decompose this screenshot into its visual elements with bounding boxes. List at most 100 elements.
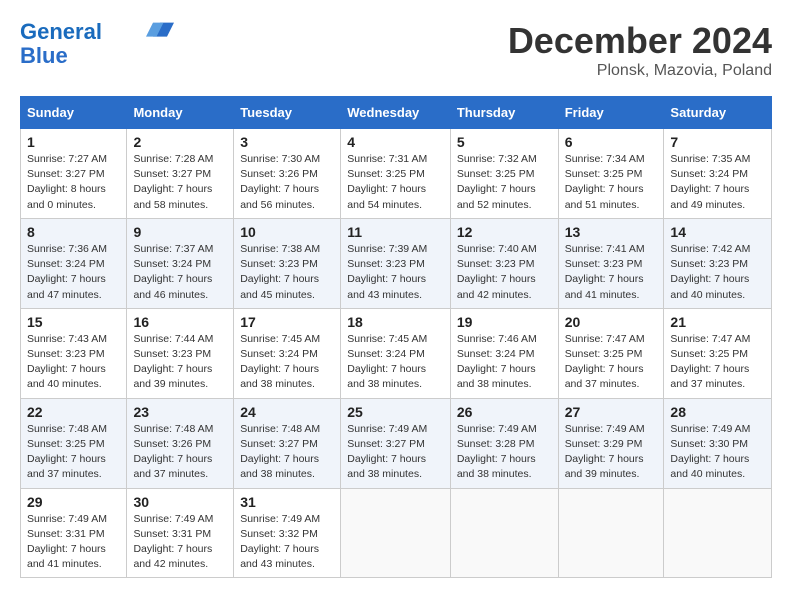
- day-number: 19: [457, 314, 552, 330]
- day-detail: Sunrise: 7:39 AMSunset: 3:23 PMDaylight:…: [347, 242, 444, 303]
- calendar-cell: 24 Sunrise: 7:48 AMSunset: 3:27 PMDayligh…: [234, 398, 341, 488]
- weekday-header: Thursday: [450, 97, 558, 129]
- day-detail: Sunrise: 7:49 AMSunset: 3:30 PMDaylight:…: [670, 422, 765, 483]
- calendar-cell: 11Sunrise: 7:39 AMSunset: 3:23 PMDayligh…: [341, 218, 451, 308]
- day-number: 17: [240, 314, 334, 330]
- day-detail: Sunrise: 7:45 AMSunset: 3:24 PMDaylight:…: [347, 332, 444, 393]
- day-detail: Sunrise: 7:36 AMSunset: 3:24 PMDaylight:…: [27, 242, 120, 303]
- day-detail: Sunrise: 7:31 AMSunset: 3:25 PMDaylight:…: [347, 152, 444, 213]
- day-number: 16: [133, 314, 227, 330]
- calendar-cell: 6Sunrise: 7:34 AMSunset: 3:25 PMDaylight…: [558, 129, 664, 219]
- day-detail: Sunrise: 7:47 AMSunset: 3:25 PMDaylight:…: [670, 332, 765, 393]
- logo-text: General: [20, 20, 102, 44]
- day-detail: Sunrise: 7:42 AMSunset: 3:23 PMDaylight:…: [670, 242, 765, 303]
- logo-text-blue: Blue: [20, 44, 68, 68]
- day-number: 29: [27, 494, 120, 510]
- day-number: 8: [27, 224, 120, 240]
- calendar-cell: 2Sunrise: 7:28 AMSunset: 3:27 PMDaylight…: [127, 129, 234, 219]
- day-detail: Sunrise: 7:38 AMSunset: 3:23 PMDaylight:…: [240, 242, 334, 303]
- calendar-cell: 3 Sunrise: 7:30 AMSunset: 3:26 PMDaylight…: [234, 129, 341, 219]
- calendar-cell: 17 Sunrise: 7:45 AMSunset: 3:24 PMDayligh…: [234, 308, 341, 398]
- calendar-cell: 7 Sunrise: 7:35 AMSunset: 3:24 PMDaylight…: [664, 129, 772, 219]
- day-detail: Sunrise: 7:27 AMSunset: 3:27 PMDaylight:…: [27, 152, 120, 213]
- day-number: 27: [565, 404, 658, 420]
- calendar-cell: 10Sunrise: 7:38 AMSunset: 3:23 PMDayligh…: [234, 218, 341, 308]
- day-detail: Sunrise: 7:49 AMSunset: 3:28 PMDaylight:…: [457, 422, 552, 483]
- calendar-week-row: 22 Sunrise: 7:48 AMSunset: 3:25 PMDayligh…: [21, 398, 772, 488]
- calendar-week-row: 29 Sunrise: 7:49 AMSunset: 3:31 PMDayligh…: [21, 488, 772, 578]
- calendar-cell: 5Sunrise: 7:32 AMSunset: 3:25 PMDaylight…: [450, 129, 558, 219]
- day-detail: Sunrise: 7:48 AMSunset: 3:26 PMDaylight:…: [133, 422, 227, 483]
- calendar-cell: 28 Sunrise: 7:49 AMSunset: 3:30 PMDayligh…: [664, 398, 772, 488]
- weekday-header: Tuesday: [234, 97, 341, 129]
- calendar-cell: 27 Sunrise: 7:49 AMSunset: 3:29 PMDayligh…: [558, 398, 664, 488]
- day-number: 4: [347, 134, 444, 150]
- day-detail: Sunrise: 7:30 AMSunset: 3:26 PMDaylight:…: [240, 152, 334, 213]
- day-number: 13: [565, 224, 658, 240]
- weekday-header-row: SundayMondayTuesdayWednesdayThursdayFrid…: [21, 97, 772, 129]
- calendar-cell: 31 Sunrise: 7:49 AMSunset: 3:32 PMDayligh…: [234, 488, 341, 578]
- day-detail: Sunrise: 7:43 AMSunset: 3:23 PMDaylight:…: [27, 332, 120, 393]
- calendar-cell: 22 Sunrise: 7:48 AMSunset: 3:25 PMDayligh…: [21, 398, 127, 488]
- calendar-cell: 4 Sunrise: 7:31 AMSunset: 3:25 PMDaylight…: [341, 129, 451, 219]
- day-detail: Sunrise: 7:40 AMSunset: 3:23 PMDaylight:…: [457, 242, 552, 303]
- day-number: 1: [27, 134, 120, 150]
- location: Plonsk, Mazovia, Poland: [508, 62, 772, 80]
- day-detail: Sunrise: 7:49 AMSunset: 3:31 PMDaylight:…: [133, 512, 227, 573]
- day-detail: Sunrise: 7:45 AMSunset: 3:24 PMDaylight:…: [240, 332, 334, 393]
- day-number: 12: [457, 224, 552, 240]
- day-number: 14: [670, 224, 765, 240]
- weekday-header: Wednesday: [341, 97, 451, 129]
- logo: General Blue: [20, 20, 174, 68]
- calendar-week-row: 8 Sunrise: 7:36 AMSunset: 3:24 PMDaylight…: [21, 218, 772, 308]
- day-detail: Sunrise: 7:37 AMSunset: 3:24 PMDaylight:…: [133, 242, 227, 303]
- calendar-cell: 19 Sunrise: 7:46 AMSunset: 3:24 PMDayligh…: [450, 308, 558, 398]
- calendar-cell: 12 Sunrise: 7:40 AMSunset: 3:23 PMDayligh…: [450, 218, 558, 308]
- day-number: 18: [347, 314, 444, 330]
- day-number: 15: [27, 314, 120, 330]
- calendar-cell: 21 Sunrise: 7:47 AMSunset: 3:25 PMDayligh…: [664, 308, 772, 398]
- logo-icon: [146, 21, 174, 39]
- calendar-cell: 29 Sunrise: 7:49 AMSunset: 3:31 PMDayligh…: [21, 488, 127, 578]
- calendar-cell: [341, 488, 451, 578]
- day-detail: Sunrise: 7:47 AMSunset: 3:25 PMDaylight:…: [565, 332, 658, 393]
- day-number: 20: [565, 314, 658, 330]
- calendar-cell: 9Sunrise: 7:37 AMSunset: 3:24 PMDaylight…: [127, 218, 234, 308]
- day-number: 7: [670, 134, 765, 150]
- day-detail: Sunrise: 7:46 AMSunset: 3:24 PMDaylight:…: [457, 332, 552, 393]
- calendar-cell: 26Sunrise: 7:49 AMSunset: 3:28 PMDayligh…: [450, 398, 558, 488]
- day-number: 28: [670, 404, 765, 420]
- calendar-week-row: 1 Sunrise: 7:27 AMSunset: 3:27 PMDaylight…: [21, 129, 772, 219]
- day-number: 21: [670, 314, 765, 330]
- day-detail: Sunrise: 7:41 AMSunset: 3:23 PMDaylight:…: [565, 242, 658, 303]
- day-detail: Sunrise: 7:49 AMSunset: 3:29 PMDaylight:…: [565, 422, 658, 483]
- day-number: 25: [347, 404, 444, 420]
- day-number: 5: [457, 134, 552, 150]
- day-number: 24: [240, 404, 334, 420]
- calendar-cell: [664, 488, 772, 578]
- day-number: 23: [133, 404, 227, 420]
- calendar-cell: 13 Sunrise: 7:41 AMSunset: 3:23 PMDayligh…: [558, 218, 664, 308]
- day-detail: Sunrise: 7:48 AMSunset: 3:27 PMDaylight:…: [240, 422, 334, 483]
- day-detail: Sunrise: 7:44 AMSunset: 3:23 PMDaylight:…: [133, 332, 227, 393]
- day-detail: Sunrise: 7:35 AMSunset: 3:24 PMDaylight:…: [670, 152, 765, 213]
- month-title: December 2024: [508, 20, 772, 62]
- calendar-cell: [450, 488, 558, 578]
- header: General Blue December 2024 Plonsk, Mazov…: [20, 20, 772, 80]
- calendar-cell: 20 Sunrise: 7:47 AMSunset: 3:25 PMDayligh…: [558, 308, 664, 398]
- day-detail: Sunrise: 7:48 AMSunset: 3:25 PMDaylight:…: [27, 422, 120, 483]
- day-detail: Sunrise: 7:49 AMSunset: 3:27 PMDaylight:…: [347, 422, 444, 483]
- day-detail: Sunrise: 7:28 AMSunset: 3:27 PMDaylight:…: [133, 152, 227, 213]
- calendar-cell: 1 Sunrise: 7:27 AMSunset: 3:27 PMDaylight…: [21, 129, 127, 219]
- day-number: 30: [133, 494, 227, 510]
- day-detail: Sunrise: 7:49 AMSunset: 3:32 PMDaylight:…: [240, 512, 334, 573]
- day-number: 22: [27, 404, 120, 420]
- calendar-cell: 30 Sunrise: 7:49 AMSunset: 3:31 PMDayligh…: [127, 488, 234, 578]
- day-number: 3: [240, 134, 334, 150]
- weekday-header: Saturday: [664, 97, 772, 129]
- calendar-week-row: 15 Sunrise: 7:43 AMSunset: 3:23 PMDayligh…: [21, 308, 772, 398]
- title-area: December 2024 Plonsk, Mazovia, Poland: [508, 20, 772, 80]
- day-number: 31: [240, 494, 334, 510]
- calendar-cell: 18 Sunrise: 7:45 AMSunset: 3:24 PMDayligh…: [341, 308, 451, 398]
- day-detail: Sunrise: 7:49 AMSunset: 3:31 PMDaylight:…: [27, 512, 120, 573]
